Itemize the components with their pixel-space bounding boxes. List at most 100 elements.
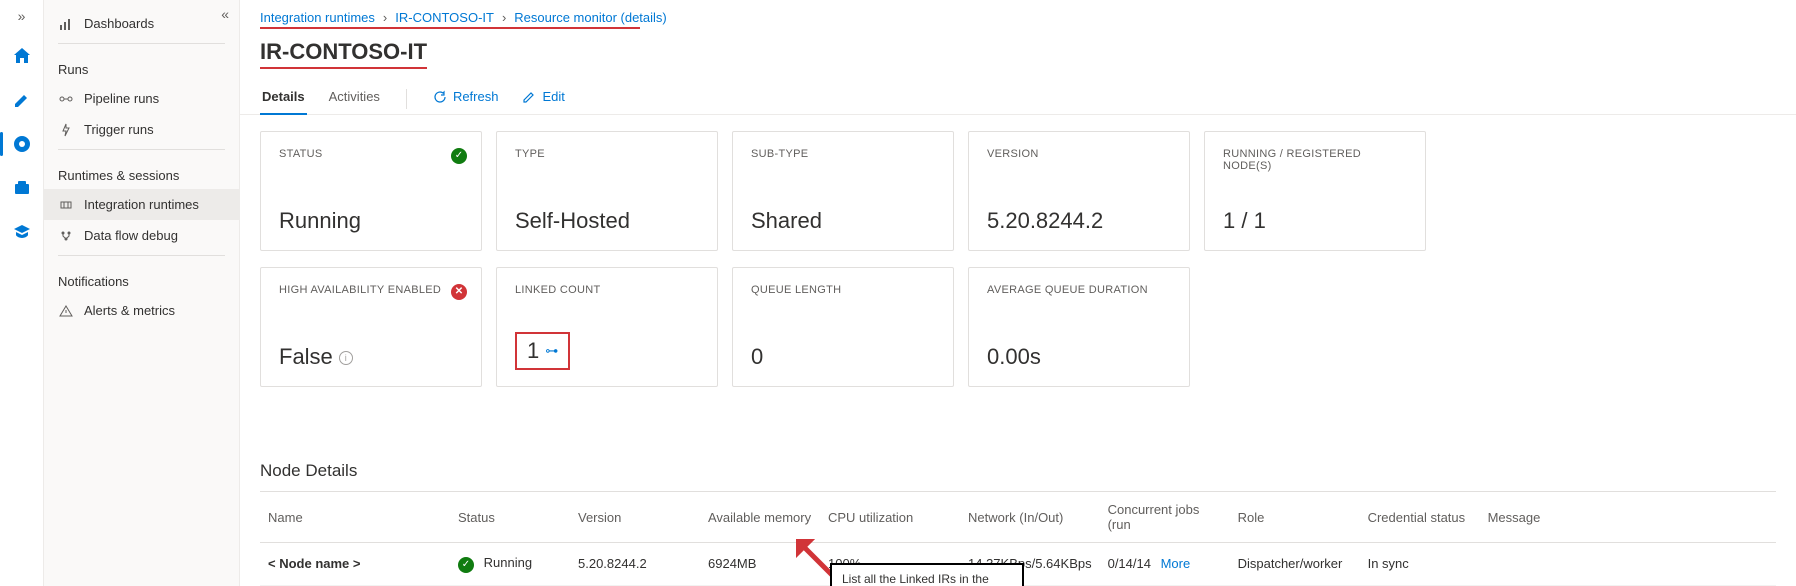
alert-icon [58,304,74,318]
card-label: QUEUE LENGTH [751,284,935,296]
ha-value: False [279,344,333,369]
trigger-icon [58,123,74,137]
edit-icon [522,90,536,104]
refresh-button[interactable]: Refresh [431,83,501,114]
status-ok-icon: ✓ [458,557,474,573]
sidebar-label: Trigger runs [84,122,154,137]
sidebar-section-runtimes: Runtimes & sessions [44,154,239,189]
sidebar: « Dashboards Runs Pipeline runs Trigger … [44,0,240,586]
col-status[interactable]: Status [450,492,570,543]
card-label: AVERAGE QUEUE DURATION [987,284,1171,296]
cell-msg [1480,543,1776,586]
refresh-icon [433,90,447,104]
breadcrumb: Integration runtimes › IR-CONTOSO-IT › R… [240,0,1796,27]
left-rail: » [0,0,44,586]
more-link[interactable]: More [1161,556,1191,571]
sidebar-item-alerts[interactable]: Alerts & metrics [44,295,239,326]
sidebar-item-dataflow-debug[interactable]: Data flow debug [44,220,239,251]
sidebar-label: Alerts & metrics [84,303,175,318]
breadcrumb-link[interactable]: IR-CONTOSO-IT [395,10,494,25]
col-name[interactable]: Name [260,492,450,543]
linked-value: 1 [527,338,539,364]
integration-icon [58,198,74,212]
dashboard-icon [58,17,74,31]
card-nodes: RUNNING / REGISTERED NODE(S) 1 / 1 [1204,131,1426,251]
card-label: HIGH AVAILABILITY ENABLED [279,284,463,296]
page-title: IR-CONTOSO-IT [260,39,427,69]
cards-row: HIGH AVAILABILITY ENABLED ✕ Falsei LINKE… [240,251,1796,387]
tab-details[interactable]: Details [260,83,307,114]
card-label: VERSION [987,148,1171,160]
rail-manage-icon[interactable] [6,172,38,204]
card-linked: LINKED COUNT 1 ⊶ [496,267,718,387]
rail-author-icon[interactable] [6,84,38,116]
card-queue-length: QUEUE LENGTH 0 [732,267,954,387]
card-status: STATUS ✓ Running [260,131,482,251]
card-value: Shared [751,208,935,234]
col-memory[interactable]: Available memory [700,492,820,543]
card-queue-duration: AVERAGE QUEUE DURATION 0.00s [968,267,1190,387]
card-value: 5.20.8244.2 [987,208,1171,234]
cell-role: Dispatcher/worker [1230,543,1360,586]
chevron-right-icon: › [383,10,387,25]
divider [58,255,225,256]
main: Integration runtimes › IR-CONTOSO-IT › R… [240,0,1796,586]
card-label: RUNNING / REGISTERED NODE(S) [1223,148,1407,172]
tab-activities[interactable]: Activities [327,83,382,114]
card-value: 1 / 1 [1223,208,1407,234]
cell-memory: 6924MB [700,543,820,586]
card-value: 0.00s [987,344,1171,370]
card-label: LINKED COUNT [515,284,699,296]
edit-label: Edit [542,89,564,104]
col-network[interactable]: Network (In/Out) [960,492,1100,543]
divider [58,149,225,150]
cell-version: 5.20.8244.2 [570,543,700,586]
sidebar-label: Dashboards [84,16,154,31]
rail-monitor-icon[interactable] [6,128,38,160]
col-version[interactable]: Version [570,492,700,543]
col-msg[interactable]: Message [1480,492,1776,543]
sidebar-item-trigger-runs[interactable]: Trigger runs [44,114,239,145]
sidebar-item-dashboards[interactable]: Dashboards [44,8,239,39]
breadcrumb-link[interactable]: Integration runtimes [260,10,375,25]
rail-learn-icon[interactable] [6,216,38,248]
card-value: Running [279,208,463,234]
card-label: STATUS [279,148,463,160]
sidebar-label: Data flow debug [84,228,178,243]
rail-expand-icon[interactable]: » [18,8,26,24]
card-label: SUB-TYPE [751,148,935,160]
card-value: Self-Hosted [515,208,699,234]
card-ha: HIGH AVAILABILITY ENABLED ✕ Falsei [260,267,482,387]
tabs-row: Details Activities Refresh Edit [240,69,1796,115]
edit-button[interactable]: Edit [520,83,566,114]
pipeline-icon [58,92,74,106]
card-type: TYPE Self-Hosted [496,131,718,251]
error-icon: ✕ [451,282,467,300]
breadcrumb-current[interactable]: Resource monitor (details) [514,10,666,25]
dataflow-icon [58,229,74,243]
status-ok-icon: ✓ [451,146,467,164]
card-value: 1 ⊶ [515,332,699,370]
linked-count-box[interactable]: 1 ⊶ [515,332,570,370]
cell-name: < Node name > [268,556,360,571]
divider [58,43,225,44]
info-icon[interactable]: i [339,351,353,365]
node-details-title: Node Details [260,461,1776,481]
card-version: VERSION 5.20.8244.2 [968,131,1190,251]
card-value: 0 [751,344,935,370]
card-subtype: SUB-TYPE Shared [732,131,954,251]
col-cred[interactable]: Credential status [1360,492,1480,543]
rail-home-icon[interactable] [6,40,38,72]
card-value: Falsei [279,344,463,370]
sidebar-item-integration-runtimes[interactable]: Integration runtimes [44,189,239,220]
divider [406,89,407,109]
cell-cred: In sync [1360,543,1480,586]
sidebar-section-notifications: Notifications [44,260,239,295]
sidebar-item-pipeline-runs[interactable]: Pipeline runs [44,83,239,114]
col-cpu[interactable]: CPU utilization [820,492,960,543]
cell-jobs: 0/14/14 [1108,556,1151,571]
sidebar-collapse-icon[interactable]: « [221,6,229,22]
col-jobs[interactable]: Concurrent jobs (run [1100,492,1230,543]
sidebar-label: Pipeline runs [84,91,159,106]
col-role[interactable]: Role [1230,492,1360,543]
